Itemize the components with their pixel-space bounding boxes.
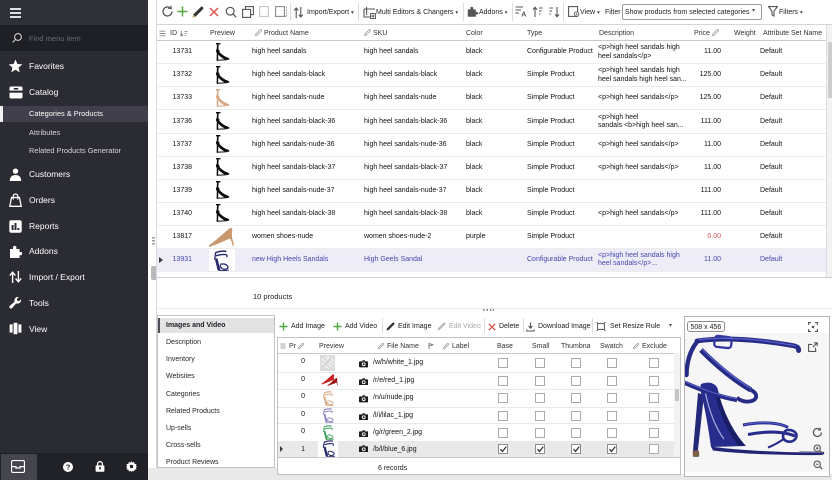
svg-text:A: A [521, 12, 526, 17]
svg-text:?: ? [66, 463, 71, 472]
